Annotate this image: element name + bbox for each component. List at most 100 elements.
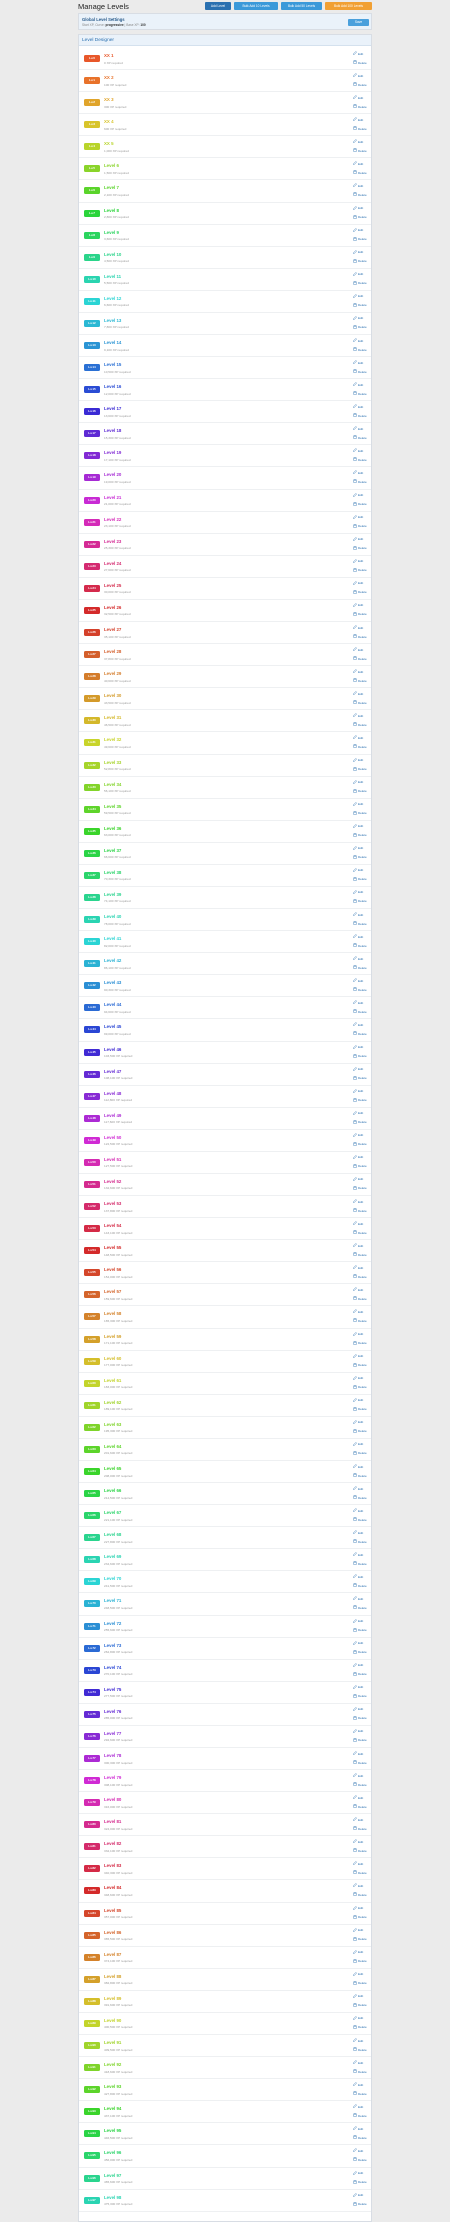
edit-level-button[interactable]: Edit: [353, 1618, 371, 1625]
edit-level-button[interactable]: Edit: [353, 1287, 371, 1294]
edit-level-button[interactable]: Edit: [353, 1199, 371, 1206]
delete-level-button[interactable]: Delete: [353, 1384, 371, 1391]
edit-level-button[interactable]: Edit: [353, 691, 371, 698]
delete-level-button[interactable]: Delete: [353, 921, 371, 928]
edit-level-button[interactable]: Edit: [353, 2082, 371, 2089]
edit-level-button[interactable]: Edit: [353, 271, 371, 278]
delete-level-button[interactable]: Delete: [353, 170, 371, 177]
edit-level-button[interactable]: Edit: [353, 117, 371, 124]
delete-level-button[interactable]: Delete: [353, 2069, 371, 2076]
delete-level-button[interactable]: Delete: [353, 324, 371, 331]
edit-level-button[interactable]: Edit: [353, 1927, 371, 1934]
delete-level-button[interactable]: Delete: [353, 678, 371, 685]
delete-level-button[interactable]: Delete: [353, 2157, 371, 2164]
delete-level-button[interactable]: Delete: [353, 2024, 371, 2031]
edit-level-button[interactable]: Edit: [353, 1640, 371, 1647]
edit-level-button[interactable]: Edit: [353, 514, 371, 521]
delete-level-button[interactable]: Delete: [353, 1627, 371, 1634]
edit-level-button[interactable]: Edit: [353, 1265, 371, 1272]
delete-level-button[interactable]: Delete: [353, 1163, 371, 1170]
edit-level-button[interactable]: Edit: [353, 1309, 371, 1316]
delete-level-button[interactable]: Delete: [353, 1208, 371, 1215]
edit-level-button[interactable]: Edit: [353, 1331, 371, 1338]
edit-level-button[interactable]: Edit: [353, 2170, 371, 2177]
edit-level-button[interactable]: Edit: [353, 1883, 371, 1890]
edit-level-button[interactable]: Edit: [353, 713, 371, 720]
delete-level-button[interactable]: Delete: [353, 1318, 371, 1325]
delete-level-button[interactable]: Delete: [353, 656, 371, 663]
edit-level-button[interactable]: Edit: [353, 1773, 371, 1780]
edit-level-button[interactable]: Edit: [353, 1971, 371, 1978]
delete-level-button[interactable]: Delete: [353, 1450, 371, 1457]
delete-level-button[interactable]: Delete: [353, 2201, 371, 2208]
edit-level-button[interactable]: Edit: [353, 249, 371, 256]
edit-level-button[interactable]: Edit: [353, 492, 371, 499]
edit-level-button[interactable]: Edit: [353, 580, 371, 587]
delete-level-button[interactable]: Delete: [353, 1561, 371, 1568]
edit-level-button[interactable]: Edit: [353, 1176, 371, 1183]
delete-level-button[interactable]: Delete: [353, 236, 371, 243]
edit-level-button[interactable]: Edit: [353, 1132, 371, 1139]
delete-level-button[interactable]: Delete: [353, 104, 371, 111]
delete-level-button[interactable]: Delete: [353, 2091, 371, 2098]
edit-level-button[interactable]: Edit: [353, 382, 371, 389]
delete-level-button[interactable]: Delete: [353, 854, 371, 861]
save-settings-button[interactable]: Save: [348, 19, 369, 26]
delete-level-button[interactable]: Delete: [353, 1252, 371, 1259]
edit-level-button[interactable]: Edit: [353, 602, 371, 609]
edit-level-button[interactable]: Edit: [353, 1088, 371, 1095]
edit-level-button[interactable]: Edit: [353, 1795, 371, 1802]
delete-level-button[interactable]: Delete: [353, 391, 371, 398]
delete-level-button[interactable]: Delete: [353, 2002, 371, 2009]
edit-level-button[interactable]: Edit: [353, 1353, 371, 1360]
edit-level-button[interactable]: Edit: [353, 1066, 371, 1073]
delete-level-button[interactable]: Delete: [353, 545, 371, 552]
edit-level-button[interactable]: Edit: [353, 1751, 371, 1758]
edit-level-button[interactable]: Edit: [353, 1110, 371, 1117]
edit-level-button[interactable]: Edit: [353, 448, 371, 455]
edit-level-button[interactable]: Edit: [353, 470, 371, 477]
edit-level-button[interactable]: Edit: [353, 647, 371, 654]
edit-level-button[interactable]: Edit: [353, 1596, 371, 1603]
delete-level-button[interactable]: Delete: [353, 1119, 371, 1126]
delete-level-button[interactable]: Delete: [353, 1428, 371, 1435]
delete-level-button[interactable]: Delete: [353, 60, 371, 67]
delete-level-button[interactable]: Delete: [353, 1053, 371, 1060]
edit-level-button[interactable]: Edit: [353, 1044, 371, 1051]
edit-level-button[interactable]: Edit: [353, 2192, 371, 2199]
edit-level-button[interactable]: Edit: [353, 2148, 371, 2155]
edit-level-button[interactable]: Edit: [353, 625, 371, 632]
delete-level-button[interactable]: Delete: [353, 832, 371, 839]
delete-level-button[interactable]: Delete: [353, 589, 371, 596]
delete-level-button[interactable]: Delete: [353, 1406, 371, 1413]
delete-level-button[interactable]: Delete: [353, 1826, 371, 1833]
edit-level-button[interactable]: Edit: [353, 1419, 371, 1426]
edit-level-button[interactable]: Edit: [353, 315, 371, 322]
delete-level-button[interactable]: Delete: [353, 1605, 371, 1612]
edit-level-button[interactable]: Edit: [353, 669, 371, 676]
delete-level-button[interactable]: Delete: [353, 1539, 371, 1546]
delete-level-button[interactable]: Delete: [353, 501, 371, 508]
delete-level-button[interactable]: Delete: [353, 1980, 371, 1987]
edit-level-button[interactable]: Edit: [353, 845, 371, 852]
delete-level-button[interactable]: Delete: [353, 744, 371, 751]
delete-level-button[interactable]: Delete: [353, 347, 371, 354]
delete-level-button[interactable]: Delete: [353, 898, 371, 905]
edit-level-button[interactable]: Edit: [353, 978, 371, 985]
edit-level-button[interactable]: Edit: [353, 1839, 371, 1846]
delete-level-button[interactable]: Delete: [353, 302, 371, 309]
delete-level-button[interactable]: Delete: [353, 567, 371, 574]
edit-level-button[interactable]: Edit: [353, 1000, 371, 1007]
delete-level-button[interactable]: Delete: [353, 722, 371, 729]
delete-level-button[interactable]: Delete: [353, 766, 371, 773]
edit-level-button[interactable]: Edit: [353, 205, 371, 212]
add-level-button[interactable]: Add Level: [205, 2, 231, 10]
delete-level-button[interactable]: Delete: [353, 148, 371, 155]
edit-level-button[interactable]: Edit: [353, 1728, 371, 1735]
delete-level-button[interactable]: Delete: [353, 1737, 371, 1744]
delete-level-button[interactable]: Delete: [353, 1075, 371, 1082]
edit-level-button[interactable]: Edit: [353, 1243, 371, 1250]
edit-level-button[interactable]: Edit: [353, 1464, 371, 1471]
delete-level-button[interactable]: Delete: [353, 126, 371, 133]
delete-level-button[interactable]: Delete: [353, 611, 371, 618]
